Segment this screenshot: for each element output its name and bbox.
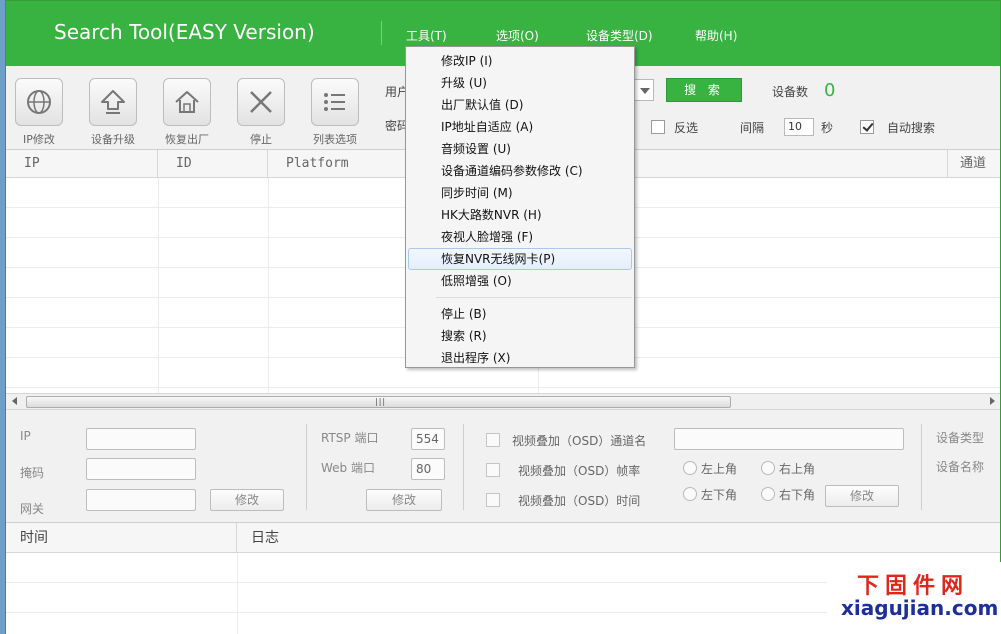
search-button[interactable]: 搜 索: [666, 78, 742, 102]
auto-search-label: 自动搜索: [887, 121, 936, 135]
auto-search-checkbox[interactable]: [860, 120, 874, 134]
user-combo-dropdown[interactable]: [634, 79, 654, 101]
osd-time-label: 视频叠加（OSD）时间: [518, 494, 641, 508]
menu-item-exit[interactable]: 退出程序 (X): [406, 347, 634, 369]
menu-item-restore-nvr-wifi[interactable]: 恢复NVR无线网卡(P): [408, 248, 632, 270]
channel-name-input[interactable]: [674, 428, 904, 450]
menu-item-stop[interactable]: 停止 (B): [406, 303, 634, 325]
menu-separator: [381, 21, 382, 45]
interval-label: 间隔: [740, 121, 765, 135]
grip-icon: |||: [375, 397, 387, 406]
ip-label: IP: [20, 429, 31, 443]
stop-label: 停止: [250, 133, 272, 146]
gateway-input[interactable]: [86, 489, 196, 511]
device-type-label: 设备类型: [936, 431, 985, 445]
globe-icon: [15, 78, 63, 126]
menu-item-search[interactable]: 搜索 (R): [406, 325, 634, 347]
ip-input[interactable]: [86, 428, 196, 450]
upload-arrow-icon: [89, 78, 137, 126]
device-count-value: 0: [824, 80, 836, 101]
position-top-right-label: 右上角: [779, 462, 816, 476]
home-icon: [163, 78, 211, 126]
factory-reset-button[interactable]: 恢复出厂: [157, 78, 217, 147]
menu-item-factory-default[interactable]: 出厂默认值 (D): [406, 94, 634, 116]
log-column-time[interactable]: 时间: [6, 523, 237, 553]
position-bottom-left-radio[interactable]: [683, 487, 697, 501]
factory-reset-label: 恢复出厂: [165, 133, 209, 146]
interval-unit: 秒: [821, 121, 834, 135]
osd-framerate-checkbox[interactable]: [486, 463, 500, 477]
menu-options[interactable]: 选项(O): [496, 27, 539, 44]
panel-divider: [306, 424, 307, 510]
panel-divider: [921, 424, 922, 510]
position-bottom-right-label: 右下角: [779, 488, 816, 502]
stop-button[interactable]: 停止: [231, 78, 291, 147]
config-panel: IP 掩码 网关 修改 RTSP 端口 554 Web 端口 80 修改 视频叠…: [6, 410, 1000, 522]
rtsp-port-input[interactable]: 554: [411, 428, 445, 450]
column-id[interactable]: ID: [158, 150, 268, 178]
mask-input[interactable]: [86, 458, 196, 480]
column-ip[interactable]: IP: [6, 150, 158, 178]
position-bottom-right-radio[interactable]: [761, 487, 775, 501]
network-modify-button[interactable]: 修改: [210, 489, 284, 511]
device-upgrade-label: 设备升级: [91, 133, 135, 146]
column-channel[interactable]: 通道: [948, 150, 1000, 178]
ip-modify-label: IP修改: [23, 133, 55, 146]
menu-device-type[interactable]: 设备类型(D): [586, 27, 653, 44]
list-options-button[interactable]: 列表选项: [305, 78, 365, 147]
invert-checkbox[interactable]: [651, 120, 665, 134]
ip-modify-button[interactable]: IP修改: [9, 78, 69, 147]
horizontal-scrollbar[interactable]: |||: [6, 393, 1000, 410]
menu-tools[interactable]: 工具(T): [406, 27, 447, 44]
menu-item-low-light-enhance[interactable]: 低照增强 (O): [406, 270, 634, 292]
web-port-input[interactable]: 80: [411, 458, 445, 480]
app-title: Search Tool(EASY Version): [54, 20, 315, 44]
menu-separator: [436, 297, 632, 298]
scroll-thumb[interactable]: |||: [26, 396, 731, 408]
position-top-right-radio[interactable]: [761, 461, 775, 475]
log-column-log[interactable]: 日志: [237, 523, 1001, 553]
gateway-label: 网关: [20, 502, 45, 516]
column-divider: [158, 178, 159, 393]
menu-item-audio-settings[interactable]: 音频设置 (U): [406, 138, 634, 160]
panel-divider: [463, 424, 464, 510]
menu-item-channel-encoding[interactable]: 设备通道编码参数修改 (C): [406, 160, 634, 182]
rtsp-port-label: RTSP 端口: [321, 431, 379, 445]
list-options-label: 列表选项: [313, 133, 357, 146]
log-column-divider: [237, 553, 238, 634]
menu-item-sync-time[interactable]: 同步时间 (M): [406, 182, 634, 204]
position-top-left-radio[interactable]: [683, 461, 697, 475]
device-upgrade-button[interactable]: 设备升级: [83, 78, 143, 147]
menu-item-upgrade[interactable]: 升级 (U): [406, 72, 634, 94]
invert-label: 反选: [674, 121, 699, 135]
menu-help[interactable]: 帮助(H): [695, 27, 737, 44]
menu-item-modify-ip[interactable]: 修改IP (I): [406, 50, 634, 72]
column-divider: [268, 178, 269, 393]
menu-item-night-face-enhance[interactable]: 夜视人脸增强 (F): [406, 226, 634, 248]
interval-input[interactable]: 10: [784, 118, 814, 136]
device-name-label: 设备名称: [936, 460, 985, 474]
menu-item-hk-nvr[interactable]: HK大路数NVR (H): [406, 204, 634, 226]
osd-channel-label: 视频叠加（OSD）通道名: [512, 434, 647, 448]
osd-time-checkbox[interactable]: [486, 493, 500, 507]
osd-framerate-label: 视频叠加（OSD）帧率: [518, 464, 641, 478]
mask-label: 掩码: [20, 466, 45, 480]
menu-item-ip-auto-adapt[interactable]: IP地址自适应 (A): [406, 116, 634, 138]
osd-modify-button[interactable]: 修改: [825, 485, 899, 507]
web-port-label: Web 端口: [321, 461, 375, 475]
position-top-left-label: 左上角: [701, 462, 738, 476]
port-modify-button[interactable]: 修改: [366, 489, 442, 511]
close-x-icon: [237, 78, 285, 126]
tools-dropdown-menu: 修改IP (I) 升级 (U) 出厂默认值 (D) IP地址自适应 (A) 音频…: [405, 46, 635, 368]
scroll-left-arrow-icon[interactable]: [12, 397, 17, 405]
scroll-right-arrow-icon[interactable]: [990, 397, 995, 405]
position-bottom-left-label: 左下角: [701, 488, 738, 502]
watermark-en: xiagujian.com: [841, 596, 999, 620]
log-table-header: 时间 日志: [6, 523, 1000, 553]
watermark: 下固件网 xiagujian.com: [827, 562, 1001, 634]
device-count-label: 设备数: [772, 85, 809, 99]
list-icon: [311, 78, 359, 126]
osd-channel-checkbox[interactable]: [486, 433, 500, 447]
